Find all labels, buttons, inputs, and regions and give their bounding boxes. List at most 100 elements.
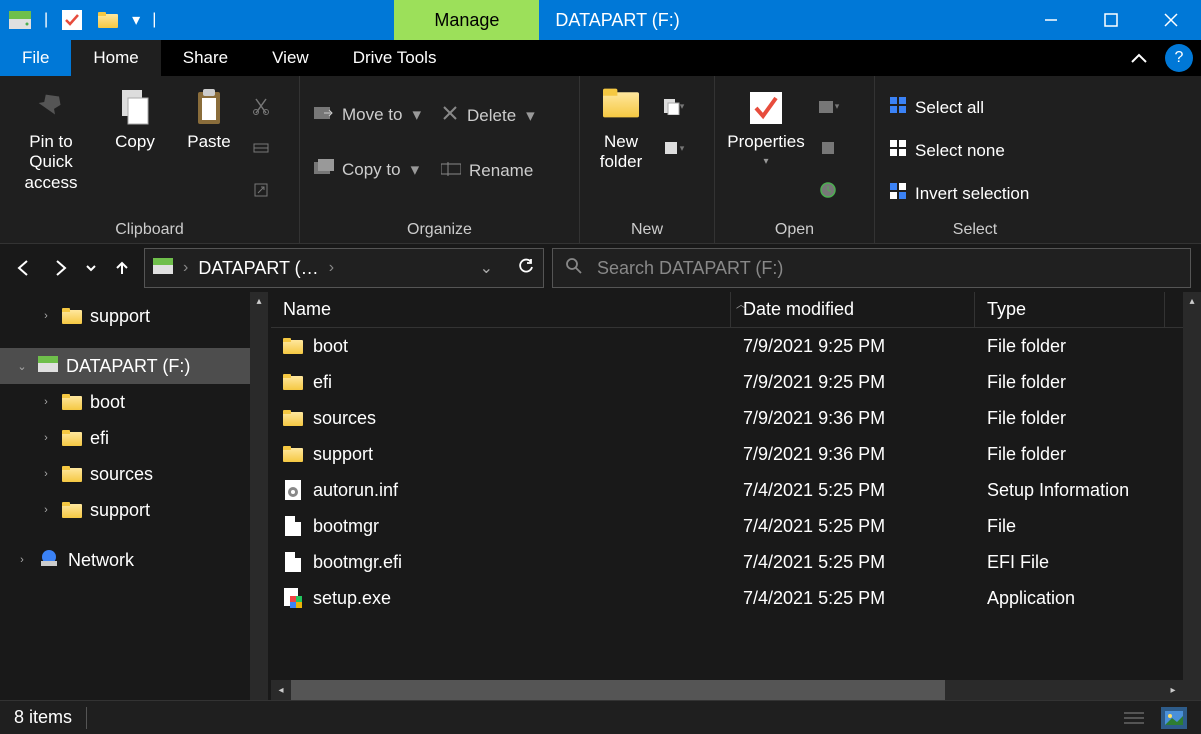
tab-view[interactable]: View <box>250 40 331 76</box>
file-row[interactable]: sources7/9/2021 9:36 PMFile folder <box>271 400 1183 436</box>
tree-scrollbar[interactable]: ▴ <box>250 292 268 700</box>
cut-button[interactable] <box>248 88 274 124</box>
move-to-button[interactable]: Move to▾ <box>306 100 429 129</box>
file-row[interactable]: bootmgr.efi7/4/2021 5:25 PMEFI File <box>271 544 1183 580</box>
properties-button[interactable]: Properties ▾ <box>721 82 811 168</box>
chevron-right-icon[interactable]: › <box>38 396 54 408</box>
folder-qat-icon[interactable] <box>96 8 120 32</box>
tree-item-label: sources <box>90 464 153 485</box>
back-button[interactable] <box>10 254 38 282</box>
rename-icon <box>441 161 461 181</box>
copy-to-button[interactable]: Copy to▾ <box>306 155 429 184</box>
file-name: boot <box>313 336 348 357</box>
open-button[interactable]: ▾ <box>815 88 841 124</box>
tree-item[interactable]: ›support <box>0 298 250 334</box>
file-row[interactable]: bootmgr7/4/2021 5:25 PMFile <box>271 508 1183 544</box>
address-bar[interactable]: › DATAPART (… › ⌄ <box>144 248 544 288</box>
context-tab-manage[interactable]: Manage <box>394 0 539 40</box>
group-label-new: New <box>586 217 708 243</box>
rename-button[interactable]: Rename <box>433 157 543 185</box>
select-none-button[interactable]: Select none <box>881 135 1037 166</box>
file-type: Application <box>975 588 1165 609</box>
network-icon <box>38 549 60 572</box>
address-dropdown-icon[interactable]: ⌄ <box>480 258 493 278</box>
chevron-right-icon[interactable]: › <box>38 504 54 516</box>
paste-button[interactable]: Paste <box>174 82 244 152</box>
file-type: File folder <box>975 408 1165 429</box>
new-item-button[interactable]: ▾ <box>660 88 686 124</box>
file-date: 7/4/2021 5:25 PM <box>731 552 975 573</box>
select-all-button[interactable]: Select all <box>881 92 1037 123</box>
tree-item[interactable]: ›efi <box>0 420 250 456</box>
tree-item[interactable]: › sources <box>0 456 250 492</box>
tree-item[interactable]: ⌄DATAPART (F:) <box>0 348 250 384</box>
file-type: File <box>975 516 1165 537</box>
file-row[interactable]: autorun.inf7/4/2021 5:25 PMSetup Informa… <box>271 472 1183 508</box>
minimize-button[interactable] <box>1021 0 1081 40</box>
chevron-right-icon[interactable]: › <box>38 310 54 322</box>
navigation-tree: ›support⌄DATAPART (F:)›boot›efi›sources›… <box>0 292 268 700</box>
folder-icon <box>283 444 303 464</box>
folder-icon <box>283 372 303 392</box>
new-folder-button[interactable]: New folder <box>586 82 656 173</box>
edit-button[interactable] <box>815 130 841 166</box>
refresh-button[interactable] <box>517 257 535 280</box>
select-all-icon <box>889 96 907 119</box>
move-to-icon <box>314 104 334 125</box>
vertical-scrollbar[interactable]: ▴ <box>1183 292 1201 700</box>
easy-access-button[interactable]: ▾ <box>660 130 686 166</box>
column-header-type[interactable]: Type <box>975 292 1165 327</box>
details-view-button[interactable] <box>1121 707 1147 729</box>
help-button[interactable]: ? <box>1165 44 1193 72</box>
tree-item[interactable]: ›support <box>0 492 250 528</box>
tree-item[interactable]: › boot <box>0 384 250 420</box>
file-type: File folder <box>975 444 1165 465</box>
file-date: 7/9/2021 9:25 PM <box>731 336 975 357</box>
up-button[interactable] <box>108 254 136 282</box>
tab-drive-tools[interactable]: Drive Tools <box>331 40 459 76</box>
collapse-ribbon-icon[interactable] <box>1121 40 1157 76</box>
tab-share[interactable]: Share <box>161 40 250 76</box>
file-row[interactable]: efi7/9/2021 9:25 PMFile folder <box>271 364 1183 400</box>
file-date: 7/9/2021 9:36 PM <box>731 444 975 465</box>
file-name: sources <box>313 408 376 429</box>
chevron-right-icon[interactable]: › <box>14 554 30 566</box>
qat-dropdown-icon[interactable]: ▾ <box>132 10 140 30</box>
search-box[interactable]: Search DATAPART (F:) <box>552 248 1191 288</box>
chevron-down-icon[interactable]: ⌄ <box>14 360 30 373</box>
tree-item-label: boot <box>90 392 125 413</box>
folder-icon <box>283 336 303 356</box>
delete-button[interactable]: Delete▾ <box>433 100 543 131</box>
thumbnails-view-button[interactable] <box>1161 707 1187 729</box>
column-header-date[interactable]: Date modified <box>731 292 975 327</box>
copy-button[interactable]: Copy <box>100 82 170 152</box>
invert-selection-button[interactable]: Invert selection <box>881 178 1037 209</box>
tree-item[interactable]: ›Network <box>0 542 250 578</box>
pin-to-quick-access-button[interactable]: Pin to Quick access <box>6 82 96 193</box>
close-button[interactable] <box>1141 0 1201 40</box>
file-row[interactable]: support7/9/2021 9:36 PMFile folder <box>271 436 1183 472</box>
chevron-right-icon[interactable]: › <box>38 432 54 444</box>
window-title: DATAPART (F:) <box>539 0 695 40</box>
maximize-button[interactable] <box>1081 0 1141 40</box>
horizontal-scrollbar[interactable]: ◂ ▸ <box>271 680 1183 700</box>
copy-path-button[interactable] <box>248 130 274 166</box>
breadcrumb-text[interactable]: DATAPART (… <box>198 258 318 279</box>
column-header-name[interactable]: Name <box>271 292 731 327</box>
chevron-right-icon[interactable]: › <box>38 468 54 480</box>
recent-locations-button[interactable] <box>82 254 100 282</box>
paste-shortcut-button[interactable] <box>248 172 274 208</box>
file-row[interactable]: boot7/9/2021 9:25 PMFile folder <box>271 328 1183 364</box>
history-button[interactable] <box>815 172 841 208</box>
column-headers: Name Date modified Type <box>271 292 1183 328</box>
copy-to-icon <box>314 159 334 180</box>
delete-icon <box>441 104 459 127</box>
tab-home[interactable]: Home <box>71 40 160 76</box>
folder-icon <box>283 408 303 428</box>
tab-file[interactable]: File <box>0 40 71 76</box>
properties-icon[interactable] <box>60 8 84 32</box>
forward-button[interactable] <box>46 254 74 282</box>
file-row[interactable]: setup.exe7/4/2021 5:25 PMApplication <box>271 580 1183 616</box>
file-date: 7/4/2021 5:25 PM <box>731 588 975 609</box>
column-resize-indicator: ︿ <box>736 296 746 311</box>
